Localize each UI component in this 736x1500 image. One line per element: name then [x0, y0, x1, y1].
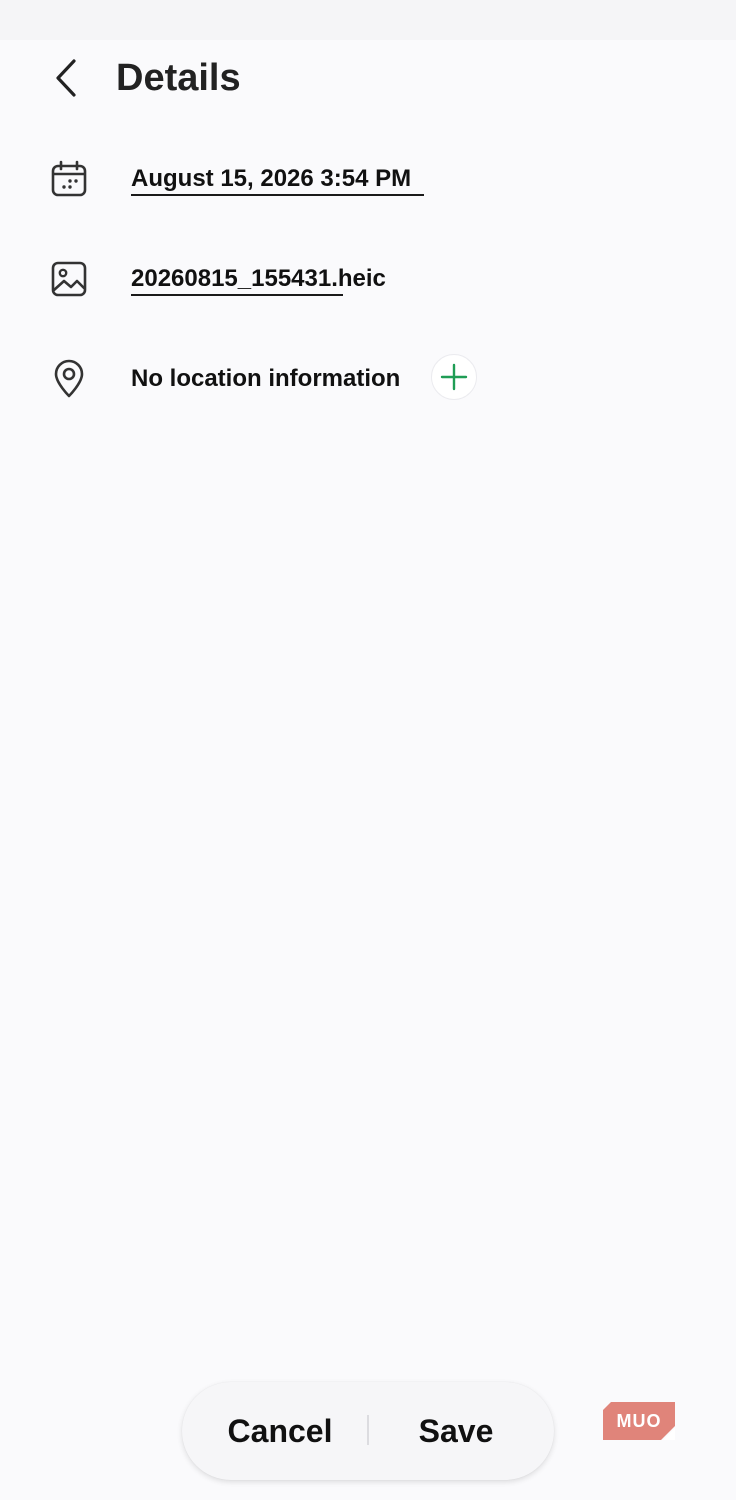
- muo-watermark-logo: MUO: [603, 1402, 675, 1440]
- page-title: Details: [116, 57, 241, 99]
- image-icon: [48, 258, 90, 300]
- action-divider: [367, 1415, 369, 1445]
- location-text: No location information: [131, 365, 401, 392]
- date-time-underline: [131, 194, 424, 196]
- calendar-icon: [48, 158, 90, 200]
- watermark-text: MUO: [616, 1411, 662, 1431]
- add-location-button[interactable]: [431, 354, 477, 400]
- location-row: No location information: [0, 338, 736, 418]
- status-bar-area: [0, 0, 736, 40]
- date-time-row[interactable]: August 15, 2026 3:54 PM: [0, 138, 736, 218]
- bottom-action-bar: Cancel Save: [182, 1382, 554, 1480]
- plus-icon: [440, 363, 468, 391]
- details-screen: Details August 15, 2026 3:54 PM 20260815…: [0, 0, 736, 1500]
- date-time-field[interactable]: August 15, 2026 3:54 PM: [131, 162, 411, 196]
- save-button[interactable]: Save: [378, 1382, 534, 1480]
- location-pin-icon: [48, 358, 90, 400]
- back-button[interactable]: [40, 54, 92, 102]
- file-name-underline: [131, 294, 343, 296]
- file-name-row[interactable]: 20260815_155431.heic: [0, 238, 736, 318]
- header: Details: [0, 40, 736, 116]
- chevron-left-icon: [56, 59, 76, 97]
- file-name-field[interactable]: 20260815_155431.heic: [131, 262, 386, 296]
- cancel-button[interactable]: Cancel: [202, 1382, 358, 1480]
